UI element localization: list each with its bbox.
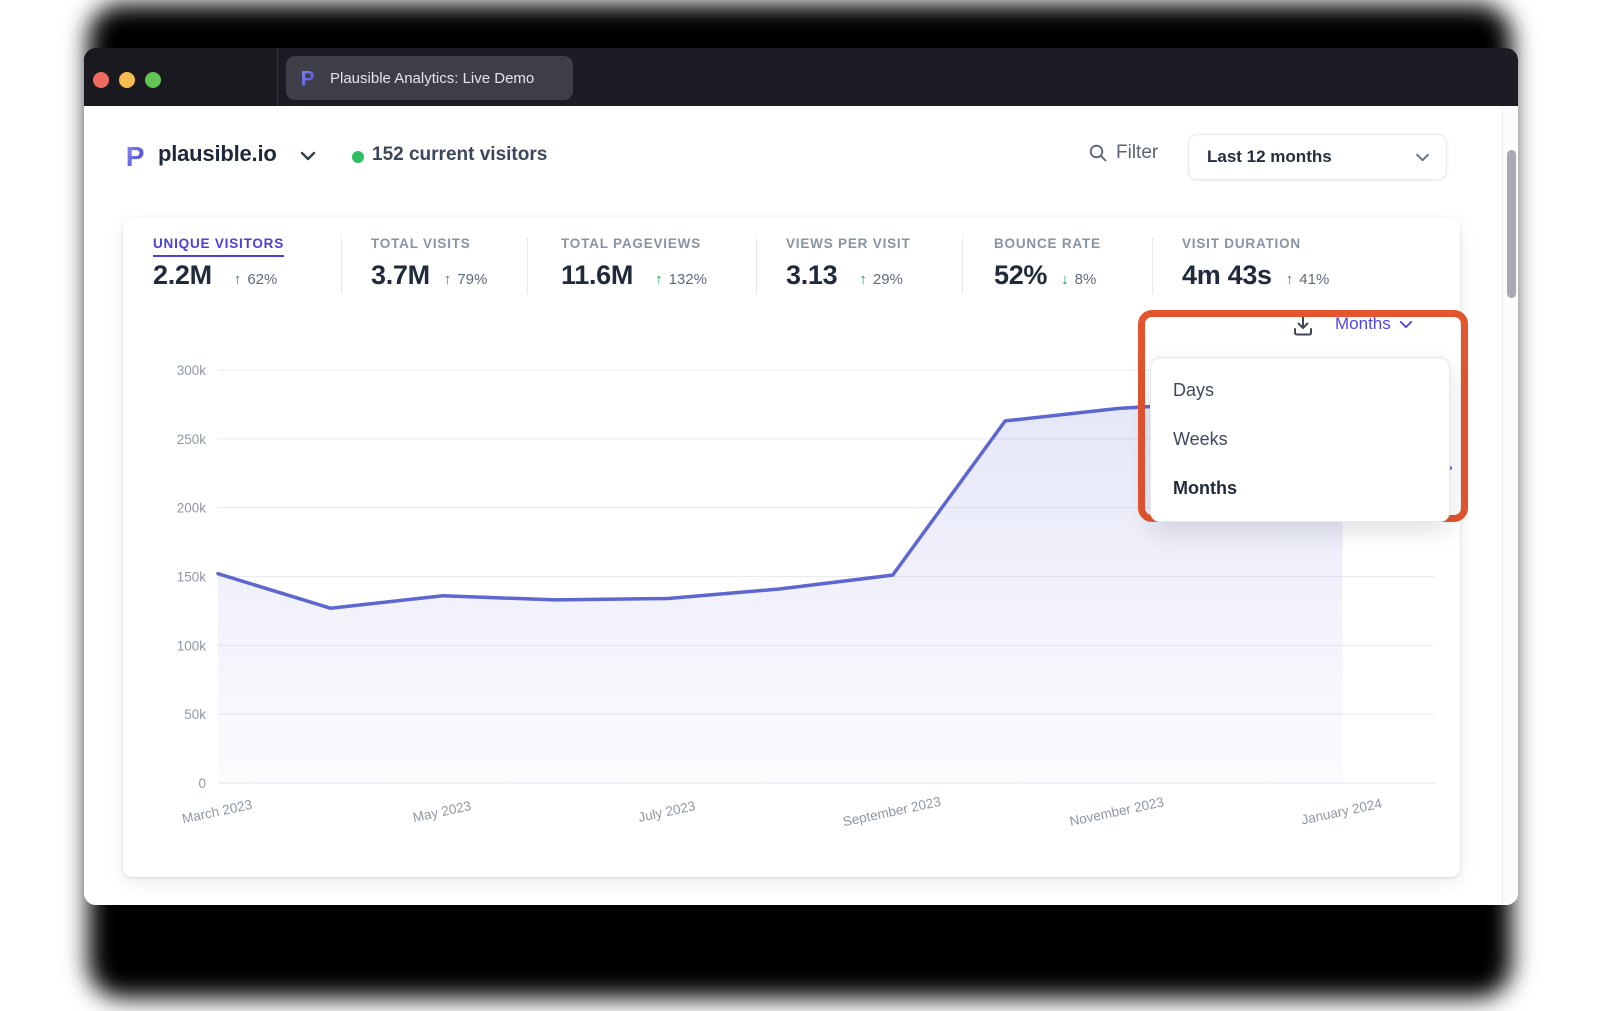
menu-item-weeks[interactable]: Weeks bbox=[1151, 415, 1449, 464]
svg-text:July 2023: July 2023 bbox=[637, 798, 697, 825]
filter-label: Filter bbox=[1116, 142, 1158, 164]
metric-tab-unique-visitors[interactable]: UNIQUE VISITORS 2.2M ↑ 62% bbox=[153, 236, 284, 291]
metric-value: 4m 43s bbox=[1182, 260, 1272, 291]
browser-tab[interactable]: P Plausible Analytics: Live Demo bbox=[286, 56, 573, 100]
svg-text:150k: 150k bbox=[177, 570, 207, 585]
metric-change: 132% bbox=[669, 271, 707, 288]
site-name[interactable]: plausible.io bbox=[158, 141, 277, 167]
chevron-down-icon bbox=[1415, 153, 1430, 162]
arrow-up-icon: ↑ bbox=[234, 271, 242, 288]
metric-value: 52% bbox=[994, 260, 1047, 291]
metric-change: 29% bbox=[873, 271, 903, 288]
svg-text:January 2024: January 2024 bbox=[1300, 796, 1384, 828]
menu-item-months[interactable]: Months bbox=[1151, 464, 1449, 513]
svg-text:250k: 250k bbox=[177, 432, 207, 447]
live-indicator-dot bbox=[352, 151, 364, 163]
traffic-light-zone bbox=[84, 48, 278, 106]
metric-tab-total-pageviews[interactable]: TOTAL PAGEVIEWS 11.6M ↑ 132% bbox=[561, 236, 707, 291]
search-icon bbox=[1088, 143, 1108, 163]
plausible-logo-icon: P bbox=[123, 142, 151, 170]
minimize-button[interactable] bbox=[119, 72, 135, 88]
plausible-logo-icon: P bbox=[298, 67, 320, 89]
svg-text:50k: 50k bbox=[184, 707, 206, 722]
metric-divider bbox=[962, 238, 963, 294]
zoom-button[interactable] bbox=[145, 72, 161, 88]
metric-change: 8% bbox=[1075, 271, 1097, 288]
metric-tab-visit-duration[interactable]: VISIT DURATION 4m 43s ↑ 41% bbox=[1182, 236, 1329, 291]
scrollbar-thumb[interactable] bbox=[1507, 150, 1516, 298]
current-visitors[interactable]: 152 current visitors bbox=[372, 144, 547, 166]
metric-tab-total-visits[interactable]: TOTAL VISITS 3.7M ↑ 79% bbox=[371, 236, 487, 291]
svg-text:P: P bbox=[301, 68, 315, 89]
svg-text:100k: 100k bbox=[177, 638, 207, 653]
tab-title: Plausible Analytics: Live Demo bbox=[330, 70, 534, 87]
metric-tab-views-per-visit[interactable]: VIEWS PER VISIT 3.13 ↑ 29% bbox=[786, 236, 911, 291]
metric-value: 3.7M bbox=[371, 260, 430, 291]
svg-text:May 2023: May 2023 bbox=[411, 798, 472, 825]
arrow-up-icon: ↑ bbox=[859, 271, 867, 288]
chevron-down-icon bbox=[1399, 320, 1413, 329]
svg-text:November 2023: November 2023 bbox=[1068, 794, 1165, 829]
metric-divider bbox=[341, 238, 342, 294]
metric-value: 11.6M bbox=[561, 260, 633, 291]
metric-change: 41% bbox=[1299, 271, 1329, 288]
close-button[interactable] bbox=[93, 72, 109, 88]
metric-tab-bounce-rate[interactable]: BOUNCE RATE 52% ↓ 8% bbox=[994, 236, 1101, 291]
browser-window: P Plausible Analytics: Live Demo P plaus… bbox=[84, 48, 1518, 905]
interval-selected-label: Months bbox=[1335, 314, 1391, 334]
metric-value: 2.2M bbox=[153, 260, 212, 291]
svg-text:300k: 300k bbox=[177, 363, 207, 378]
interval-selector[interactable]: Months bbox=[1335, 314, 1413, 334]
metric-change: 79% bbox=[457, 271, 487, 288]
metric-value: 3.13 bbox=[786, 260, 837, 291]
arrow-up-icon: ↑ bbox=[655, 271, 663, 288]
svg-text:March 2023: March 2023 bbox=[181, 797, 254, 826]
stats-card: UNIQUE VISITORS 2.2M ↑ 62% TOTAL VISITS … bbox=[123, 218, 1460, 877]
chart-x-labels: March 2023 May 2023 July 2023 September 202… bbox=[181, 794, 1384, 829]
date-range-label: Last 12 months bbox=[1207, 147, 1332, 167]
arrow-up-icon: ↑ bbox=[444, 271, 452, 288]
download-icon[interactable] bbox=[1291, 314, 1315, 338]
metric-divider bbox=[527, 238, 528, 294]
svg-text:September 2023: September 2023 bbox=[841, 794, 942, 829]
arrow-up-icon: ↑ bbox=[1286, 271, 1294, 288]
metric-change: 62% bbox=[247, 271, 277, 288]
date-range-select[interactable]: Last 12 months bbox=[1188, 134, 1447, 180]
interval-dropdown-menu: Days Weeks Months bbox=[1150, 357, 1450, 522]
dashboard-page: P plausible.io 152 current visitors Filt… bbox=[84, 106, 1518, 905]
chart-toolbar: Months bbox=[123, 312, 1460, 342]
titlebar: P Plausible Analytics: Live Demo bbox=[84, 48, 1518, 106]
arrow-down-icon: ↓ bbox=[1061, 271, 1069, 288]
svg-text:0: 0 bbox=[198, 776, 206, 791]
chevron-down-icon[interactable] bbox=[300, 151, 316, 161]
filter-button[interactable]: Filter bbox=[1088, 142, 1158, 164]
metric-divider bbox=[756, 238, 757, 294]
metric-divider bbox=[1152, 238, 1153, 294]
menu-item-days[interactable]: Days bbox=[1151, 366, 1449, 415]
chart-y-labels: 0 50k 100k 150k 200k 250k 300k bbox=[177, 363, 207, 791]
svg-text:P: P bbox=[126, 142, 145, 170]
svg-text:200k: 200k bbox=[177, 501, 207, 516]
